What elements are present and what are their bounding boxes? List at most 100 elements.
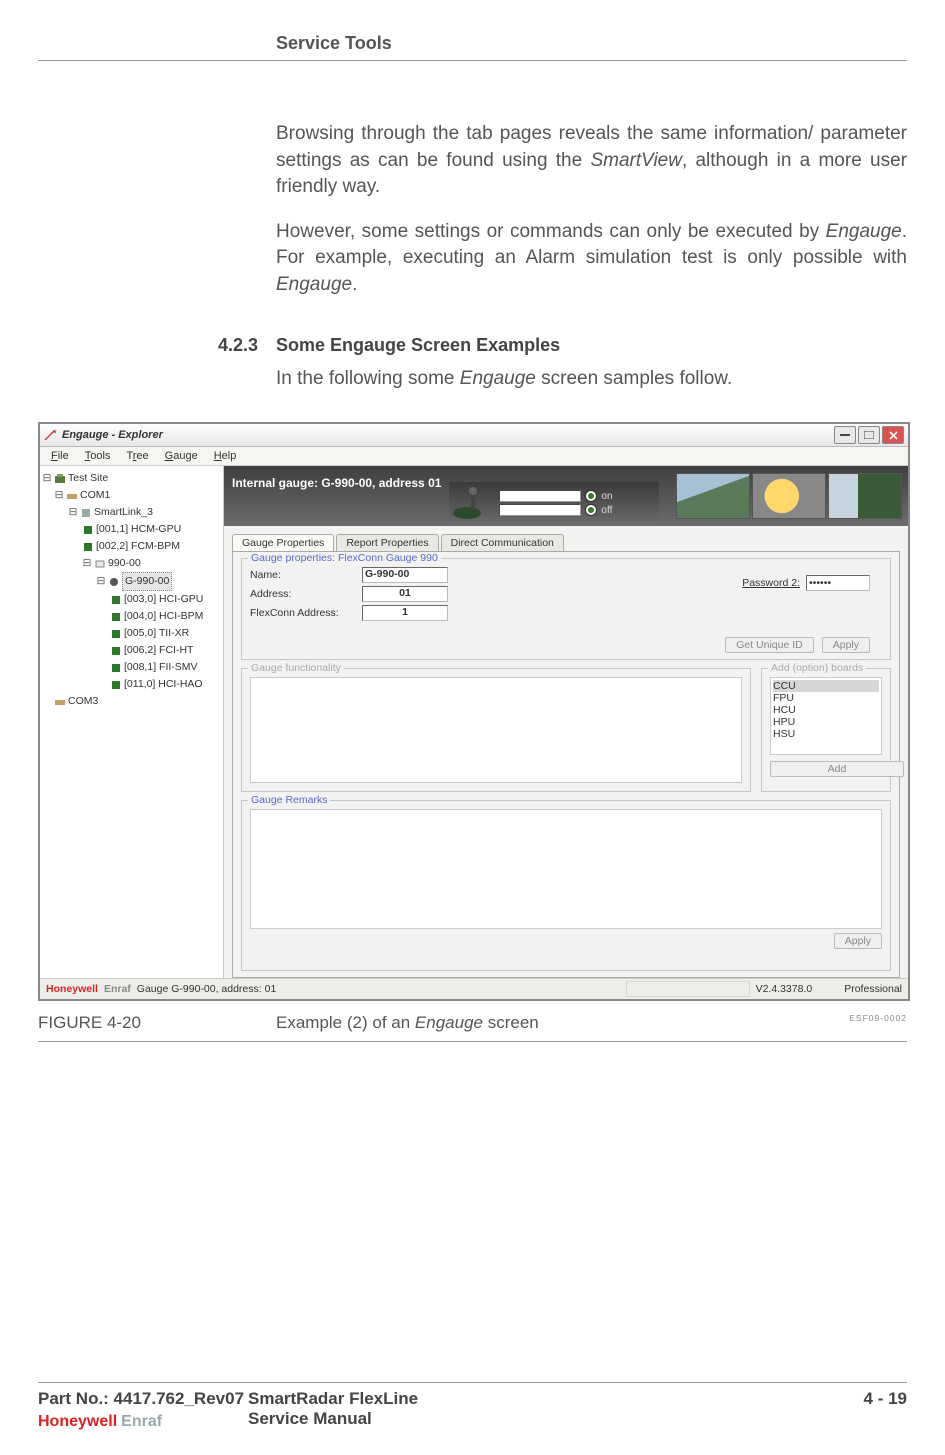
tree-toggle[interactable]: ⊟ [96, 573, 106, 590]
menu-tree[interactable]: Tree [119, 450, 155, 462]
tree-item[interactable]: [008,1] FII-SMV [124, 659, 198, 676]
thumbnail-image[interactable] [828, 473, 902, 519]
thumbnail-image[interactable] [676, 473, 750, 519]
gauge-header-title: Internal gauge: G-990-00, address 01 [232, 476, 441, 490]
label-flexconn: FlexConn Address: [250, 607, 350, 619]
tree-item[interactable]: [004,0] HCI-BPM [124, 608, 203, 625]
close-button[interactable] [882, 426, 904, 444]
tree-root[interactable]: Test Site [68, 470, 108, 487]
board-option[interactable]: HPU [773, 716, 879, 728]
minimize-button[interactable] [834, 426, 856, 444]
radio-off[interactable] [585, 504, 597, 516]
menu-gauge[interactable]: Gauge [158, 450, 205, 462]
button-apply-remarks[interactable]: Apply [834, 933, 882, 949]
label-on: on [601, 491, 612, 502]
tab-gauge-properties[interactable]: Gauge Properties [232, 534, 334, 552]
tree-g990[interactable]: 990-00 [108, 555, 141, 572]
menu-file[interactable]: File [44, 450, 76, 462]
tree-item[interactable]: [002,2] FCM-BPM [96, 538, 180, 555]
figure-code: ESF09-0002 [849, 1013, 907, 1023]
button-apply-properties[interactable]: Apply [822, 637, 870, 653]
legend-remarks: Gauge Remarks [248, 794, 330, 806]
tree-com3[interactable]: COM3 [68, 693, 98, 710]
tree-item[interactable]: [006,2] FCI-HT [124, 642, 193, 659]
pump-icon [449, 485, 491, 521]
board-option[interactable]: HCU [773, 704, 879, 716]
port-icon [54, 696, 66, 708]
legend-add-boards: Add (option) boards [768, 662, 866, 674]
statusbar-brand: Honeywell [46, 983, 98, 995]
window-title: Engauge - Explorer [62, 429, 163, 441]
tree-item[interactable]: [005,0] TII-XR [124, 625, 189, 642]
label-name: Name: [250, 569, 350, 581]
button-get-unique-id[interactable]: Get Unique ID [725, 637, 814, 653]
paragraph-2: However, some settings or commands can o… [276, 219, 907, 299]
board-icon [110, 628, 122, 640]
board-icon [110, 611, 122, 623]
input-name[interactable]: G-990-00 [362, 567, 448, 583]
site-icon [54, 473, 66, 485]
input-address[interactable]: 01 [362, 586, 448, 602]
on-bar [499, 490, 581, 502]
board-icon [110, 662, 122, 674]
legend-gauge-props: Gauge properties: FlexConn Gauge 990 [248, 552, 441, 564]
button-add-board[interactable]: Add [770, 761, 904, 777]
tree-item[interactable]: [011,0] HCI-HAO [124, 676, 203, 693]
board-option[interactable]: CCU [773, 680, 879, 692]
statusbar-cell [626, 981, 750, 997]
gauge-icon [108, 576, 120, 588]
tab-report-properties[interactable]: Report Properties [336, 534, 438, 551]
board-option[interactable]: FPU [773, 692, 879, 704]
text-em: Engauge [826, 221, 902, 242]
tree-selected-node[interactable]: G-990-00 [122, 572, 172, 591]
text: . [352, 274, 357, 295]
statusbar-brand2: Enraf [104, 983, 131, 995]
input-password[interactable]: •••••• [806, 575, 870, 591]
subsection-title: Some Engauge Screen Examples [276, 335, 560, 355]
tree-panel: ⊟ Test Site ⊟ COM1 ⊟ SmartLink_3 [001,1]… [40, 466, 224, 978]
statusbar-mode: Professional [844, 983, 902, 995]
gauge-header: Internal gauge: G-990-00, address 01 on … [224, 466, 908, 526]
tree-item[interactable]: [003,0] HCI-GPU [124, 591, 203, 608]
device-icon [80, 507, 92, 519]
section-title: Service Tools [276, 33, 392, 60]
figure-caption: Example (2) of an Engauge screen [276, 1013, 849, 1041]
tab-row: Gauge Properties Report Properties Direc… [232, 534, 900, 551]
tree-smartlink[interactable]: SmartLink_3 [94, 504, 153, 521]
window-titlebar[interactable]: Engauge - Explorer [40, 424, 908, 447]
engauge-screenshot: Engauge - Explorer File Tools Tree Gauge… [38, 422, 910, 1001]
subsection-number: 4.2.3 [218, 335, 276, 356]
status-bar: Honeywell Enraf Gauge G-990-00, address:… [40, 978, 908, 999]
tree-toggle[interactable]: ⊟ [42, 470, 52, 487]
radio-on[interactable] [585, 490, 597, 502]
subsection-heading: 4.2.3Some Engauge Screen Examples [218, 335, 907, 356]
functionality-list[interactable] [250, 677, 742, 783]
menu-tools[interactable]: Tools [78, 450, 118, 462]
remarks-textarea[interactable] [250, 809, 882, 929]
tab-direct-communication[interactable]: Direct Communication [441, 534, 564, 551]
legend-functionality: Gauge functionality [248, 662, 344, 674]
text-em: SmartView [590, 150, 682, 171]
app-icon [44, 429, 56, 441]
thumbnail-image[interactable] [752, 473, 826, 519]
text: In the following some [276, 368, 460, 389]
board-icon [110, 645, 122, 657]
maximize-button[interactable] [858, 426, 880, 444]
off-bar [499, 504, 581, 516]
tree-com1[interactable]: COM1 [80, 487, 110, 504]
boards-listbox[interactable]: CCU FPU HCU HPU HSU [770, 677, 882, 755]
tree-toggle[interactable]: ⊟ [68, 504, 78, 521]
paragraph-1: Browsing through the tab pages reveals t… [276, 121, 907, 201]
footer-brand: HoneywellEnraf [38, 1413, 162, 1431]
tree-item[interactable]: [001,1] HCM-GPU [96, 521, 181, 538]
menu-help[interactable]: Help [207, 450, 244, 462]
port-icon [66, 490, 78, 502]
board-icon [82, 524, 94, 536]
statusbar-version: V2.4.3378.0 [756, 983, 813, 995]
text-em: Engauge [276, 274, 352, 295]
footer-part-number: Part No.: 4417.762_Rev07 [38, 1389, 248, 1409]
board-option[interactable]: HSU [773, 728, 879, 740]
tree-toggle[interactable]: ⊟ [82, 555, 92, 572]
input-flexconn[interactable]: 1 [362, 605, 448, 621]
tree-toggle[interactable]: ⊟ [54, 487, 64, 504]
